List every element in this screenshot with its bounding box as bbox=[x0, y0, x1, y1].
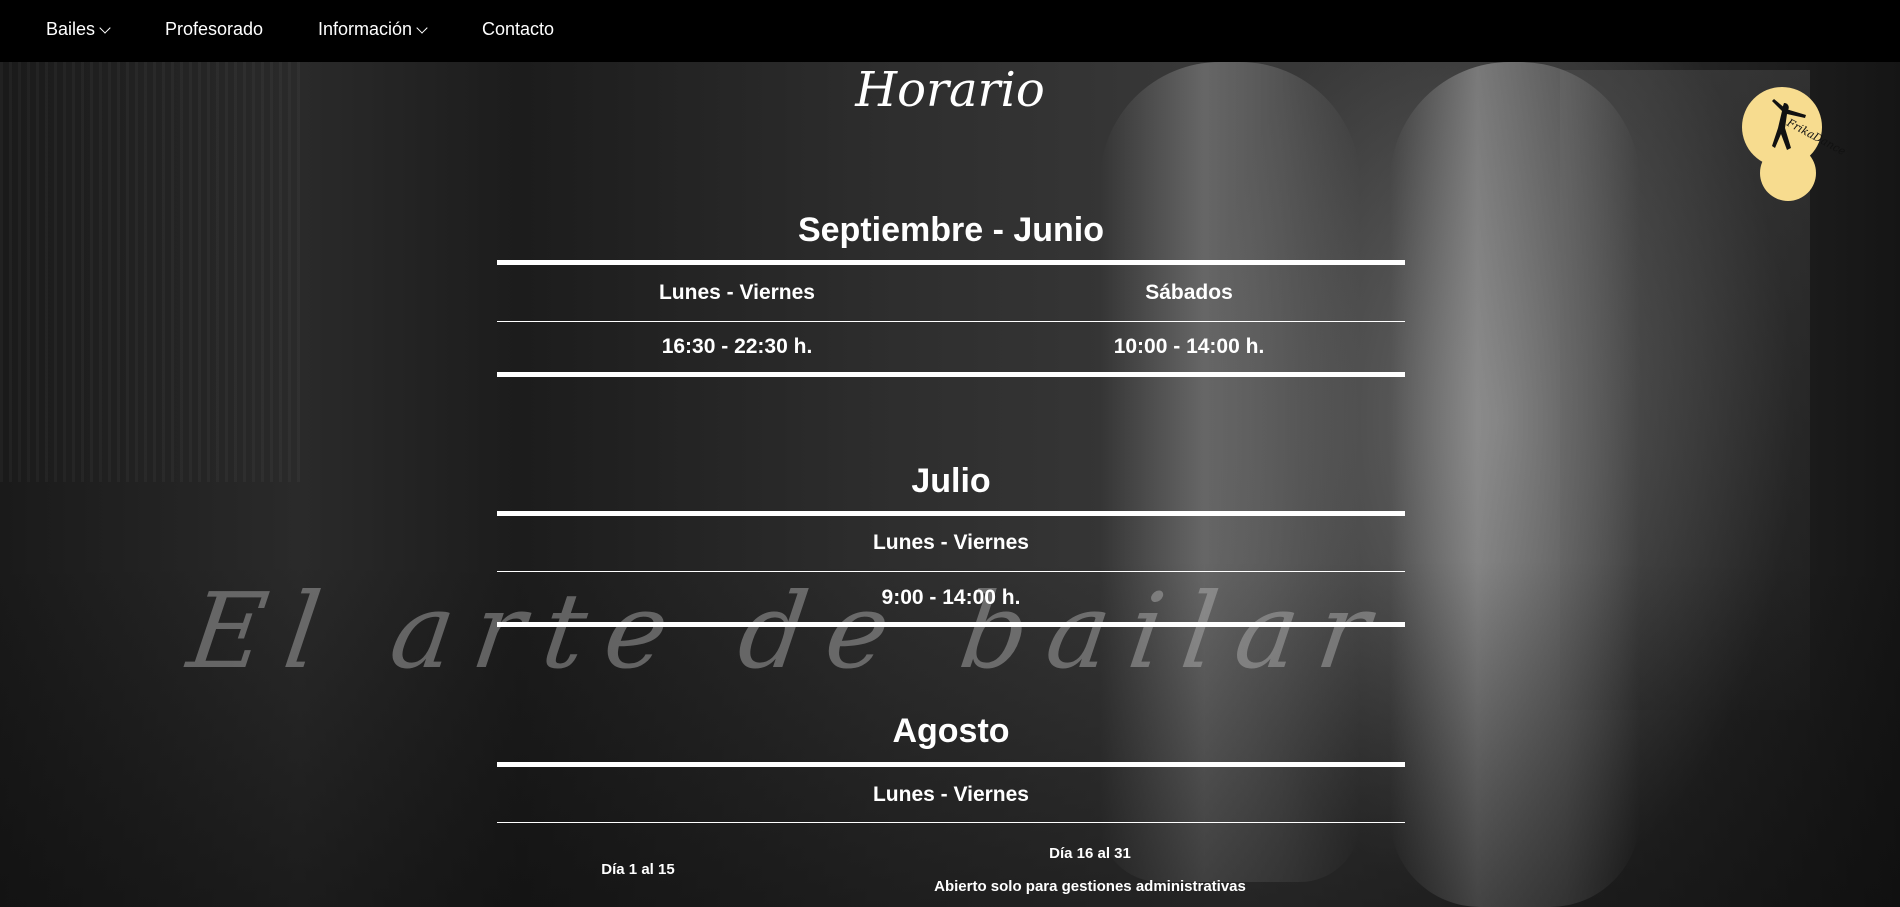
table-bottom-rule bbox=[497, 622, 1405, 627]
table-row-divider bbox=[497, 321, 1405, 322]
background-wall bbox=[0, 62, 300, 482]
chevron-down-icon bbox=[99, 22, 111, 34]
table-row-divider bbox=[497, 822, 1405, 823]
table-header-weekday: Lunes - Viernes bbox=[872, 531, 1029, 554]
background-photo bbox=[0, 0, 1900, 907]
nav-item-label: Contacto bbox=[482, 19, 555, 39]
table-cell-august-note: Abierto solo para gestiones administrati… bbox=[934, 878, 1246, 895]
table-bottom-rule bbox=[497, 372, 1405, 377]
table-top-rule bbox=[497, 511, 1405, 516]
top-navbar: Bailes Profesorado Información Contacto bbox=[0, 0, 1900, 62]
section-title-sept-june: Septiembre - Junio bbox=[797, 211, 1105, 249]
table-top-rule bbox=[497, 762, 1405, 767]
table-top-rule bbox=[497, 260, 1405, 265]
nav-item-bailes[interactable]: Bailes bbox=[46, 19, 111, 40]
table-row-divider bbox=[497, 571, 1405, 572]
table-cell-august-second-half: Día 16 al 31 bbox=[1049, 845, 1131, 862]
table-cell-weekday-hours: 16:30 - 22:30 h. bbox=[661, 335, 813, 358]
page-title: Horario bbox=[855, 62, 1045, 118]
table-cell-august-first-half: Día 1 al 15 bbox=[601, 861, 675, 878]
nav-item-label: Información bbox=[318, 19, 413, 39]
chevron-down-icon bbox=[416, 22, 428, 34]
nav-item-informacion[interactable]: Información bbox=[318, 19, 428, 40]
nav-item-label: Bailes bbox=[46, 19, 96, 39]
table-header-weekday: Lunes - Viernes bbox=[658, 281, 815, 304]
nav-item-contacto[interactable]: Contacto bbox=[482, 19, 554, 40]
table-cell-saturday-hours: 10:00 - 14:00 h. bbox=[1113, 335, 1265, 358]
nav-item-label: Profesorado bbox=[165, 19, 264, 39]
table-cell-july-hours: 9:00 - 14:00 h. bbox=[881, 586, 1021, 609]
table-header-saturday: Sábados bbox=[1145, 281, 1233, 304]
section-title-july: Julio bbox=[911, 462, 991, 500]
nav-item-profesorado[interactable]: Profesorado bbox=[165, 19, 263, 40]
table-header-weekday: Lunes - Viernes bbox=[872, 783, 1029, 806]
section-title-august: Agosto bbox=[892, 712, 1010, 750]
